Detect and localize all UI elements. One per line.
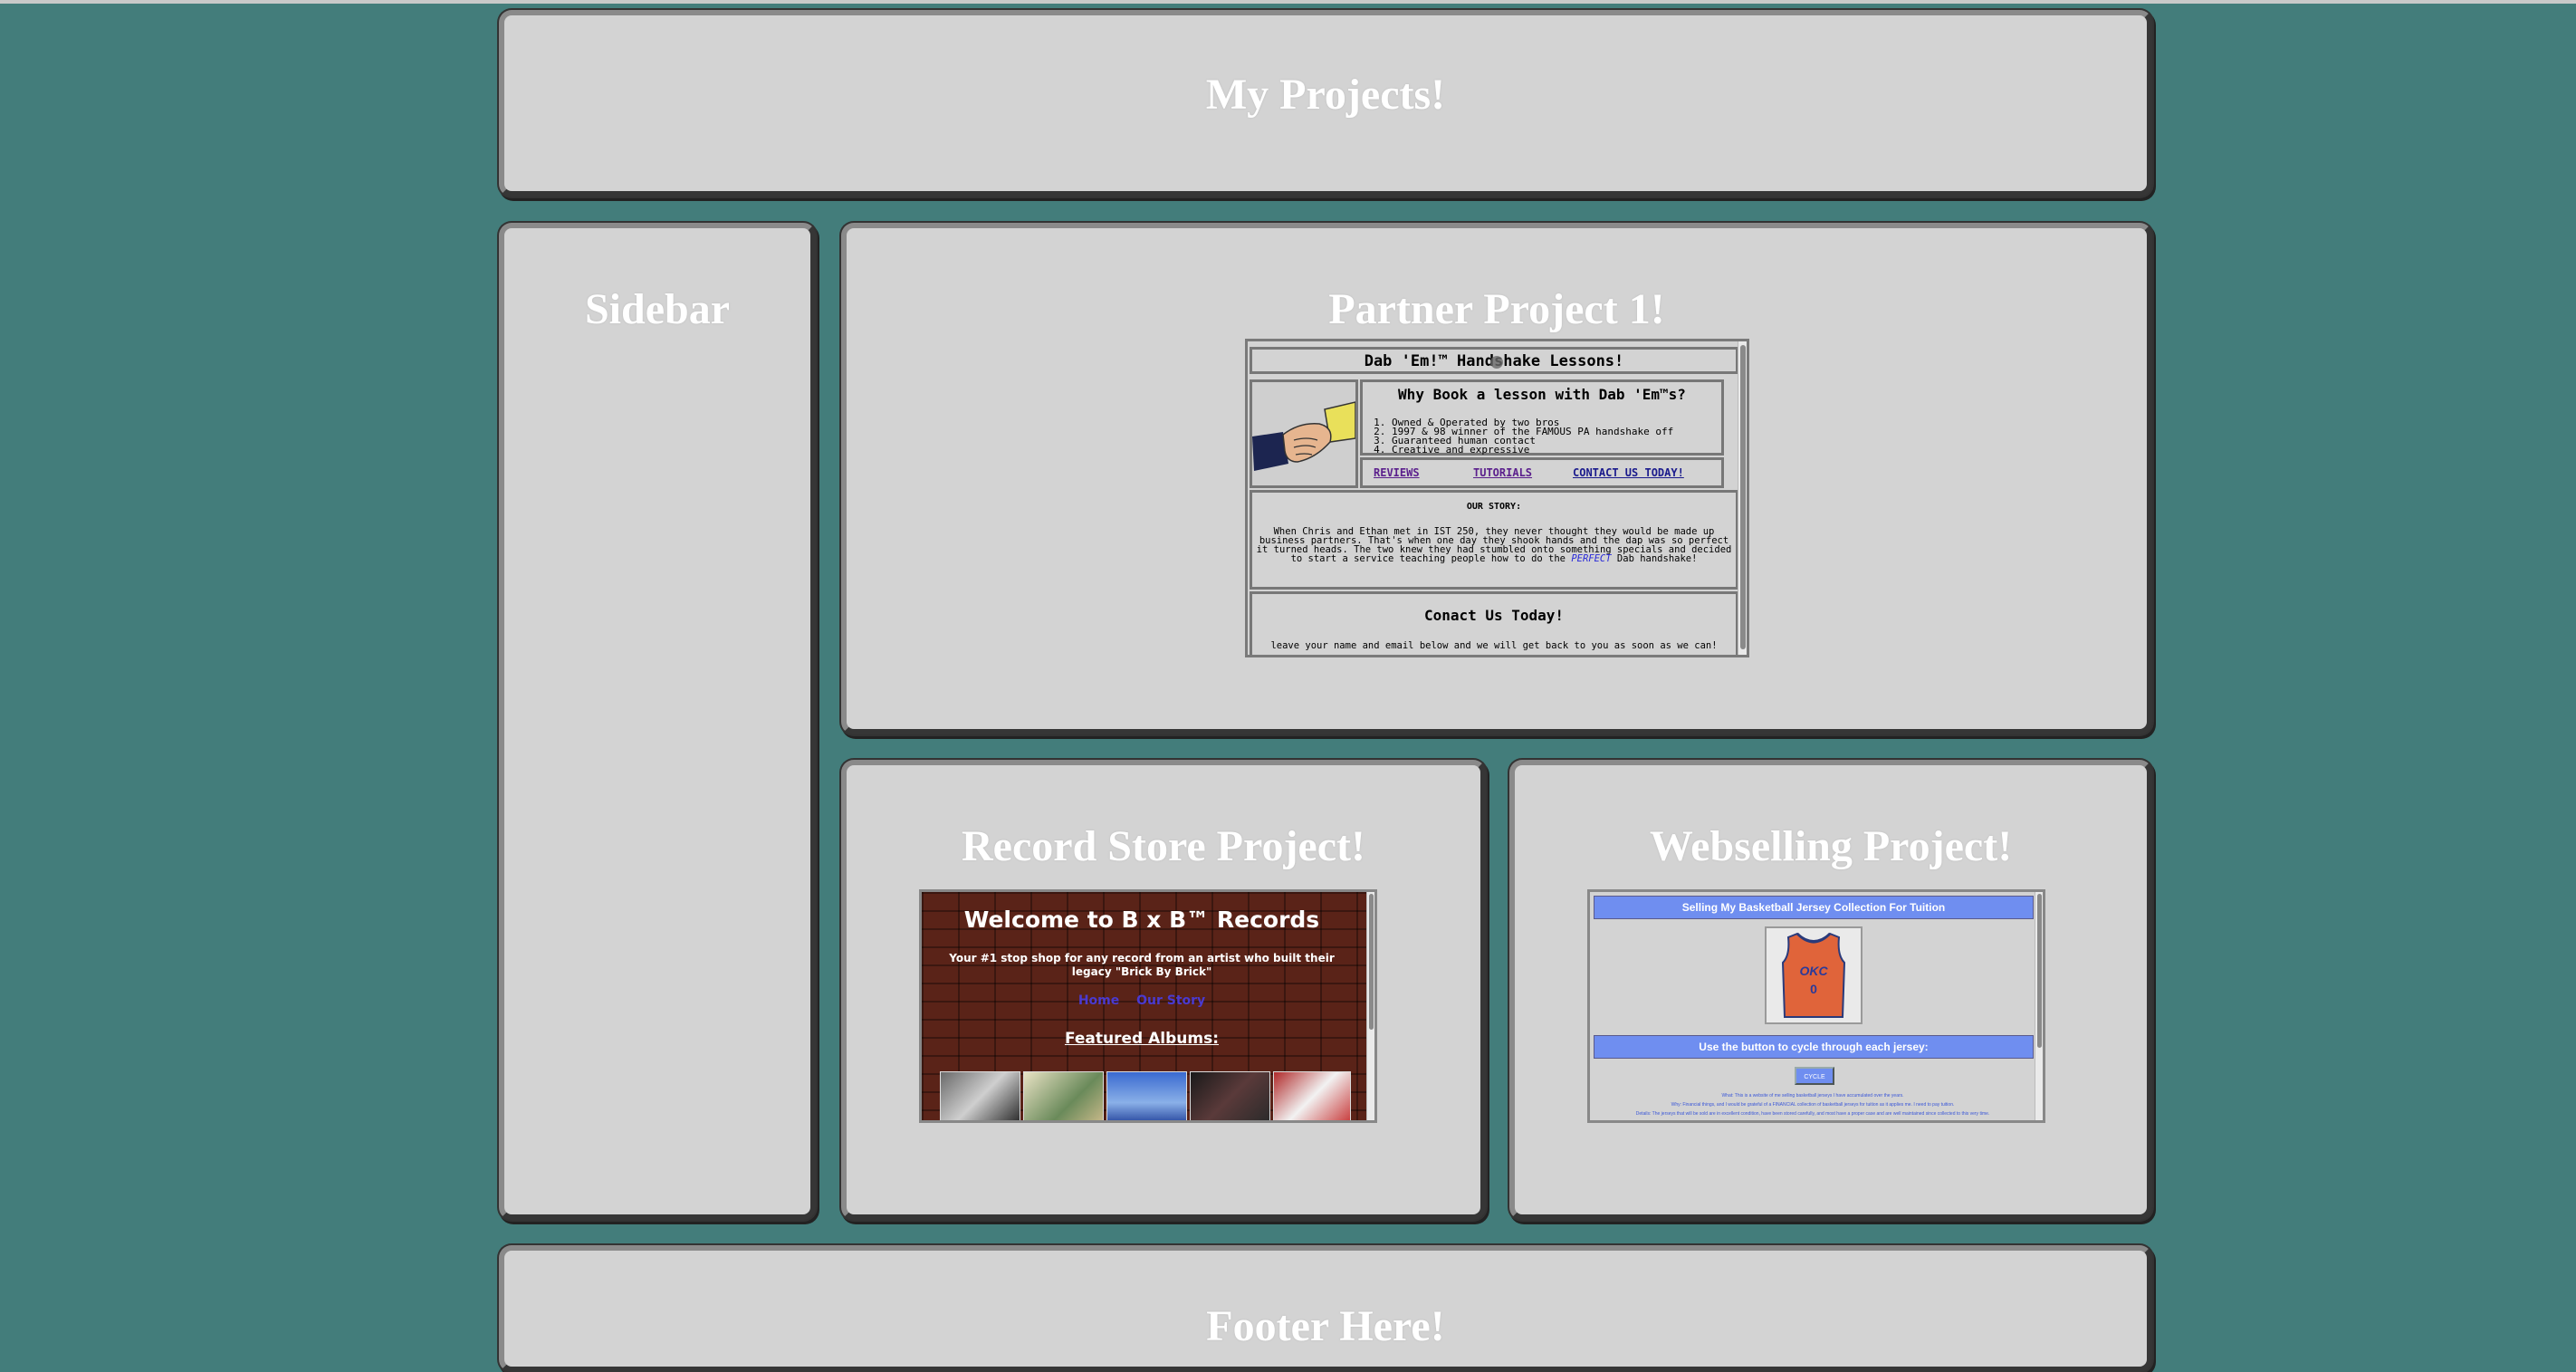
jersey-icon: OKC 0 <box>1781 932 1846 1018</box>
webselling-title: Webselling Project! <box>1649 822 2013 870</box>
sidebar-title: Sidebar <box>584 285 731 333</box>
webselling-details-line: Details: The jerseys that will be sold a… <box>1635 1111 1990 1117</box>
record-store-title: Record Store Project! <box>961 822 1365 870</box>
contact-title: Conact Us Today! <box>1423 607 1565 624</box>
jersey-number: 0 <box>1810 982 1817 996</box>
our-story-text: When Chris and Ethan met in IST 250, the… <box>1256 526 1732 564</box>
contact-box: Conact Us Today! leave your name and ema… <box>1250 591 1738 655</box>
handshake-icon <box>1252 401 1356 471</box>
footer-panel: Footer Here! <box>499 1245 2152 1372</box>
jersey-text: OKC <box>1799 964 1828 978</box>
webselling-banner: Selling My Basketball Jersey Collection … <box>1594 896 2034 919</box>
album-cover-1[interactable] <box>940 1071 1020 1120</box>
nav-our-story-link[interactable]: Our Story <box>1136 993 1205 1008</box>
header-panel: My Projects! <box>499 10 2152 197</box>
album-cover-2[interactable] <box>1023 1071 1104 1120</box>
record-preview-scrollbar[interactable] <box>1366 892 1374 1120</box>
story-highlight: PERFECT <box>1571 553 1612 564</box>
dab-nav-box: REVIEWS TUTORIALS CONTACT US TODAY! <box>1360 457 1724 488</box>
album-cover-3[interactable] <box>1106 1071 1187 1120</box>
webselling-what-line: What: This is a website of me selling ba… <box>1721 1093 1904 1099</box>
preview-scrollbar[interactable] <box>1738 341 1747 655</box>
our-story-box: OUR STORY: When Chris and Ethan met in I… <box>1250 490 1738 590</box>
webselling-panel: Webselling Project! Selling My Basketbal… <box>1509 760 2152 1220</box>
nav-contact-link[interactable]: CONTACT US TODAY! <box>1573 466 1684 479</box>
reason-item: Creative and expressive <box>1392 445 1719 455</box>
webselling-why-line: Why: Financial things, and I would be gr… <box>1671 1102 1955 1108</box>
record-store-preview[interactable]: Welcome to B x B™ Records Your #1 stop s… <box>919 889 1377 1123</box>
partner-project-preview[interactable]: Dab 'Em!™ Handshake Lessons! Why Book a … <box>1245 339 1749 657</box>
featured-albums-heading: Featured Albums: <box>1064 1030 1220 1048</box>
cycle-instruction-bar: Use the button to cycle through each jer… <box>1594 1035 2034 1059</box>
webselling-preview[interactable]: Selling My Basketball Jersey Collection … <box>1587 889 2045 1123</box>
nav-tutorials-link[interactable]: TUTORIALS <box>1473 466 1532 479</box>
contact-text: leave your name and email below and we w… <box>1270 640 1718 651</box>
webselling-preview-scrollbar[interactable] <box>2035 892 2043 1120</box>
footer-title: Footer Here! <box>1206 1302 1445 1350</box>
handshake-image <box>1250 379 1358 488</box>
record-store-heading: Welcome to B x B™ Records <box>963 907 1320 933</box>
partner-project-title: Partner Project 1! <box>1328 285 1665 333</box>
nav-reviews-link[interactable]: REVIEWS <box>1374 466 1420 479</box>
cycle-button[interactable]: CYCLE <box>1795 1067 1834 1085</box>
partner-project-panel: Partner Project 1! Dab 'Em!™ Handshake L… <box>841 223 2152 734</box>
scrollbar-thumb[interactable] <box>1740 345 1746 649</box>
reasons-list: Owned & Operated by two bros 1997 & 98 w… <box>1366 417 1719 455</box>
jersey-image: OKC 0 <box>1765 926 1863 1024</box>
why-book-box: Why Book a lesson with Dab 'Em™s? Owned … <box>1360 379 1724 456</box>
scrollbar-thumb[interactable] <box>2037 894 2042 1048</box>
browser-top-edge <box>0 0 2576 4</box>
page-title: My Projects! <box>1205 71 1446 119</box>
sidebar-panel: Sidebar <box>499 223 816 1220</box>
our-story-title: OUR STORY: <box>1466 502 1522 512</box>
record-store-panel: Record Store Project! Welcome to B x B™ … <box>841 760 1486 1220</box>
record-store-tagline: Your #1 stop shop for any record from an… <box>949 952 1335 978</box>
nav-home-link[interactable]: Home <box>1078 993 1119 1008</box>
album-cover-4[interactable] <box>1190 1071 1270 1120</box>
mouse-cursor-indicator <box>1490 356 1503 369</box>
record-store-nav: Home Our Story <box>922 993 1362 1008</box>
scrollbar-thumb[interactable] <box>1369 894 1374 1030</box>
why-book-title: Why Book a lesson with Dab 'Em™s? <box>1398 386 1686 403</box>
album-cover-5[interactable] <box>1273 1071 1351 1120</box>
